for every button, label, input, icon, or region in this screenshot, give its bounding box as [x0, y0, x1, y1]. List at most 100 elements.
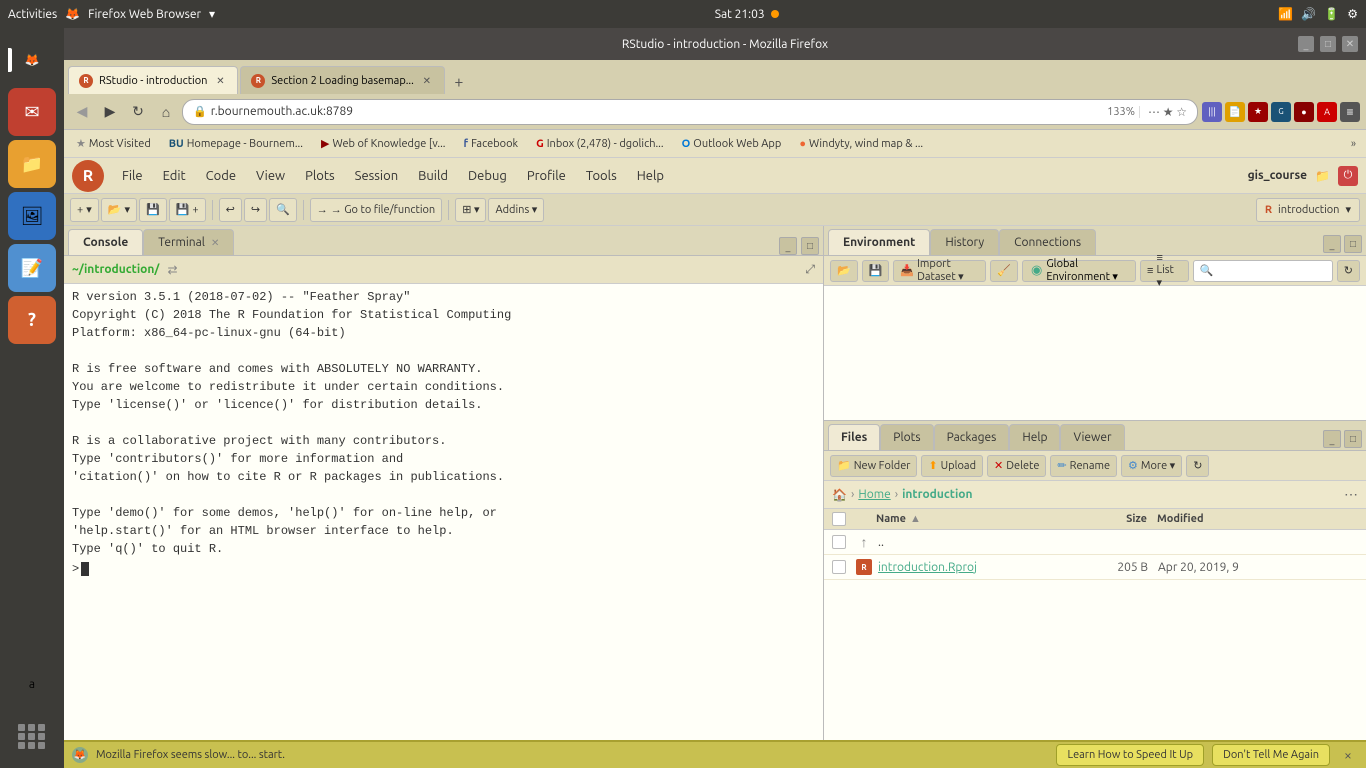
back-button[interactable]: ◀ — [70, 100, 94, 124]
ext-icon-4[interactable]: G — [1271, 102, 1291, 122]
list-item[interactable]: ↑ .. — [824, 530, 1366, 555]
tab-connections[interactable]: Connections — [999, 229, 1096, 255]
terminal-close-icon[interactable]: ✕ — [211, 237, 219, 249]
browser-dropdown-icon[interactable]: ▾ — [209, 7, 215, 21]
menu-build[interactable]: Build — [408, 165, 458, 187]
forward-button[interactable]: ▶ — [98, 100, 122, 124]
url-bar[interactable]: 🔒 r.bournemouth.ac.uk:8789 133% ⋯ ★ ☆ — [182, 99, 1198, 125]
dock-item-files[interactable]: 📁 — [8, 140, 56, 188]
browser-tab-2[interactable]: R Section 2 Loading basemap... ✕ — [240, 66, 444, 94]
find-button[interactable]: 🔍 — [269, 198, 297, 222]
save-all-button[interactable]: 💾 + — [169, 198, 206, 222]
menu-help[interactable]: Help — [627, 165, 674, 187]
tab-files[interactable]: Files — [828, 424, 880, 450]
env-search[interactable] — [1193, 260, 1333, 282]
home-button[interactable]: ⌂ — [154, 100, 178, 124]
menu-session[interactable]: Session — [345, 165, 408, 187]
menu-plots[interactable]: Plots — [295, 165, 345, 187]
close-window-button[interactable]: ✕ — [1342, 36, 1358, 52]
power-button[interactable]: ⏻ — [1338, 166, 1358, 186]
bookmark-gmail[interactable]: G Inbox (2,478) - dgolich... — [530, 136, 670, 152]
list-view-button[interactable]: ≡ ≡ List ▾ — [1140, 260, 1189, 282]
files-refresh-button[interactable]: ↻ — [1186, 455, 1209, 477]
header-name[interactable]: Name ▲ — [876, 513, 1077, 525]
undo-button[interactable]: ↩ — [219, 198, 242, 222]
dock-item-firefox[interactable]: 🦊 — [8, 36, 56, 84]
menu-tools[interactable]: Tools — [576, 165, 627, 187]
bookmark-outlook[interactable]: O Outlook Web App — [676, 136, 788, 152]
activities-label[interactable]: Activities — [8, 8, 57, 21]
tab-terminal[interactable]: Terminal ✕ — [143, 229, 234, 255]
dock-item-amazon[interactable]: a — [8, 660, 56, 708]
dock-item-help[interactable]: ? — [8, 296, 56, 344]
bookmarks-more-button[interactable]: » — [1347, 136, 1360, 152]
breadcrumb-item-introduction[interactable]: introduction — [902, 488, 972, 501]
tab-console[interactable]: Console — [68, 229, 143, 255]
upload-button[interactable]: ⬆ Upload — [921, 455, 983, 477]
breadcrumb-more-button[interactable]: ⋯ — [1344, 486, 1358, 503]
save-file-button[interactable]: 💾 — [139, 198, 167, 222]
tab-close-1[interactable]: ✕ — [213, 74, 227, 88]
header-size[interactable]: Size — [1077, 513, 1157, 525]
tab-history[interactable]: History — [930, 229, 999, 255]
addins-button[interactable]: Addins ▾ — [488, 198, 544, 222]
bookmark-most-visited[interactable]: ★ Most Visited — [70, 135, 157, 152]
env-search-input[interactable] — [1193, 260, 1333, 282]
open-file-button[interactable]: 📂 ▾ — [101, 198, 137, 222]
file-checkbox-rproj[interactable] — [832, 560, 846, 574]
menu-edit[interactable]: Edit — [153, 165, 196, 187]
env-scope-selector[interactable]: ◉ Global Environment ▾ — [1022, 260, 1136, 282]
ext-icon-2[interactable]: 📄 — [1225, 102, 1245, 122]
tab-packages[interactable]: Packages — [934, 424, 1010, 450]
browser-name-label[interactable]: Firefox Web Browser — [88, 8, 201, 21]
console-maximize-button[interactable]: □ — [801, 237, 819, 255]
list-item[interactable]: R introduction.Rproj 205 B Apr 20, 2019,… — [824, 555, 1366, 580]
env-refresh-button[interactable]: ↻ — [1337, 260, 1360, 282]
file-name-rproj[interactable]: introduction.Rproj — [878, 561, 1078, 574]
env-maximize-button[interactable]: □ — [1344, 235, 1362, 253]
bookmark-windyty[interactable]: ● Windyty, wind map & ... — [793, 136, 929, 152]
ext-icon-5[interactable]: ● — [1294, 102, 1314, 122]
import-dataset-button[interactable]: 📥 Import Dataset ▾ — [893, 260, 986, 282]
tab-plots[interactable]: Plots — [880, 424, 933, 450]
dock-item-apps[interactable] — [8, 712, 56, 760]
project-selector[interactable]: R introduction ▾ — [1256, 198, 1360, 222]
new-folder-button[interactable]: 📁 New Folder — [830, 455, 917, 477]
row-checkbox-up[interactable] — [832, 535, 856, 549]
menu-code[interactable]: Code — [196, 165, 246, 187]
console-content[interactable]: R version 3.5.1 (2018-07-02) -- "Feather… — [64, 284, 823, 740]
clear-console-button[interactable]: 🧹 — [990, 260, 1018, 282]
save-workspace-button[interactable]: 💾 — [862, 260, 890, 282]
ext-icon-1[interactable]: ||| — [1202, 102, 1222, 122]
hamburger-menu-icon[interactable]: ≡ — [1340, 102, 1360, 122]
more-button[interactable]: ⚙ More ▾ — [1121, 455, 1182, 477]
home-icon[interactable]: 🏠 — [832, 488, 847, 502]
menu-debug[interactable]: Debug — [458, 165, 517, 187]
project-folder-icon[interactable]: 📁 — [1315, 169, 1330, 183]
settings-icon[interactable]: ⚙ — [1347, 7, 1358, 21]
load-workspace-button[interactable]: 📂 — [830, 260, 858, 282]
ext-icon-6[interactable]: A — [1317, 102, 1337, 122]
grid-view-button[interactable]: ⊞ ▾ — [455, 198, 486, 222]
tab-environment[interactable]: Environment — [828, 229, 930, 255]
new-file-button[interactable]: + ▾ — [70, 198, 99, 222]
browser-tab-1[interactable]: R RStudio - introduction ✕ — [68, 66, 238, 94]
minimize-button[interactable]: _ — [1298, 36, 1314, 52]
dont-tell-me-button[interactable]: Don't Tell Me Again — [1212, 744, 1330, 766]
speed-up-button[interactable]: Learn How to Speed It Up — [1056, 744, 1204, 766]
status-close-button[interactable]: × — [1338, 745, 1358, 765]
select-all-checkbox[interactable] — [832, 512, 846, 526]
file-checkbox-up[interactable] — [832, 535, 846, 549]
env-minimize-button[interactable]: _ — [1323, 235, 1341, 253]
redo-button[interactable]: ↪ — [244, 198, 267, 222]
menu-file[interactable]: File — [112, 165, 153, 187]
header-modified[interactable]: Modified — [1157, 513, 1358, 525]
tab-help[interactable]: Help — [1009, 424, 1060, 450]
bookmark-bu-homepage[interactable]: BU Homepage - Bournem... — [163, 136, 309, 152]
console-minimize-button[interactable]: _ — [779, 237, 797, 255]
delete-button[interactable]: ✕ Delete — [987, 455, 1046, 477]
row-checkbox-rproj[interactable] — [832, 560, 856, 574]
files-maximize-button[interactable]: □ — [1344, 430, 1362, 448]
menu-profile[interactable]: Profile — [517, 165, 576, 187]
go-to-file-button[interactable]: → → Go to file/function — [310, 198, 442, 222]
